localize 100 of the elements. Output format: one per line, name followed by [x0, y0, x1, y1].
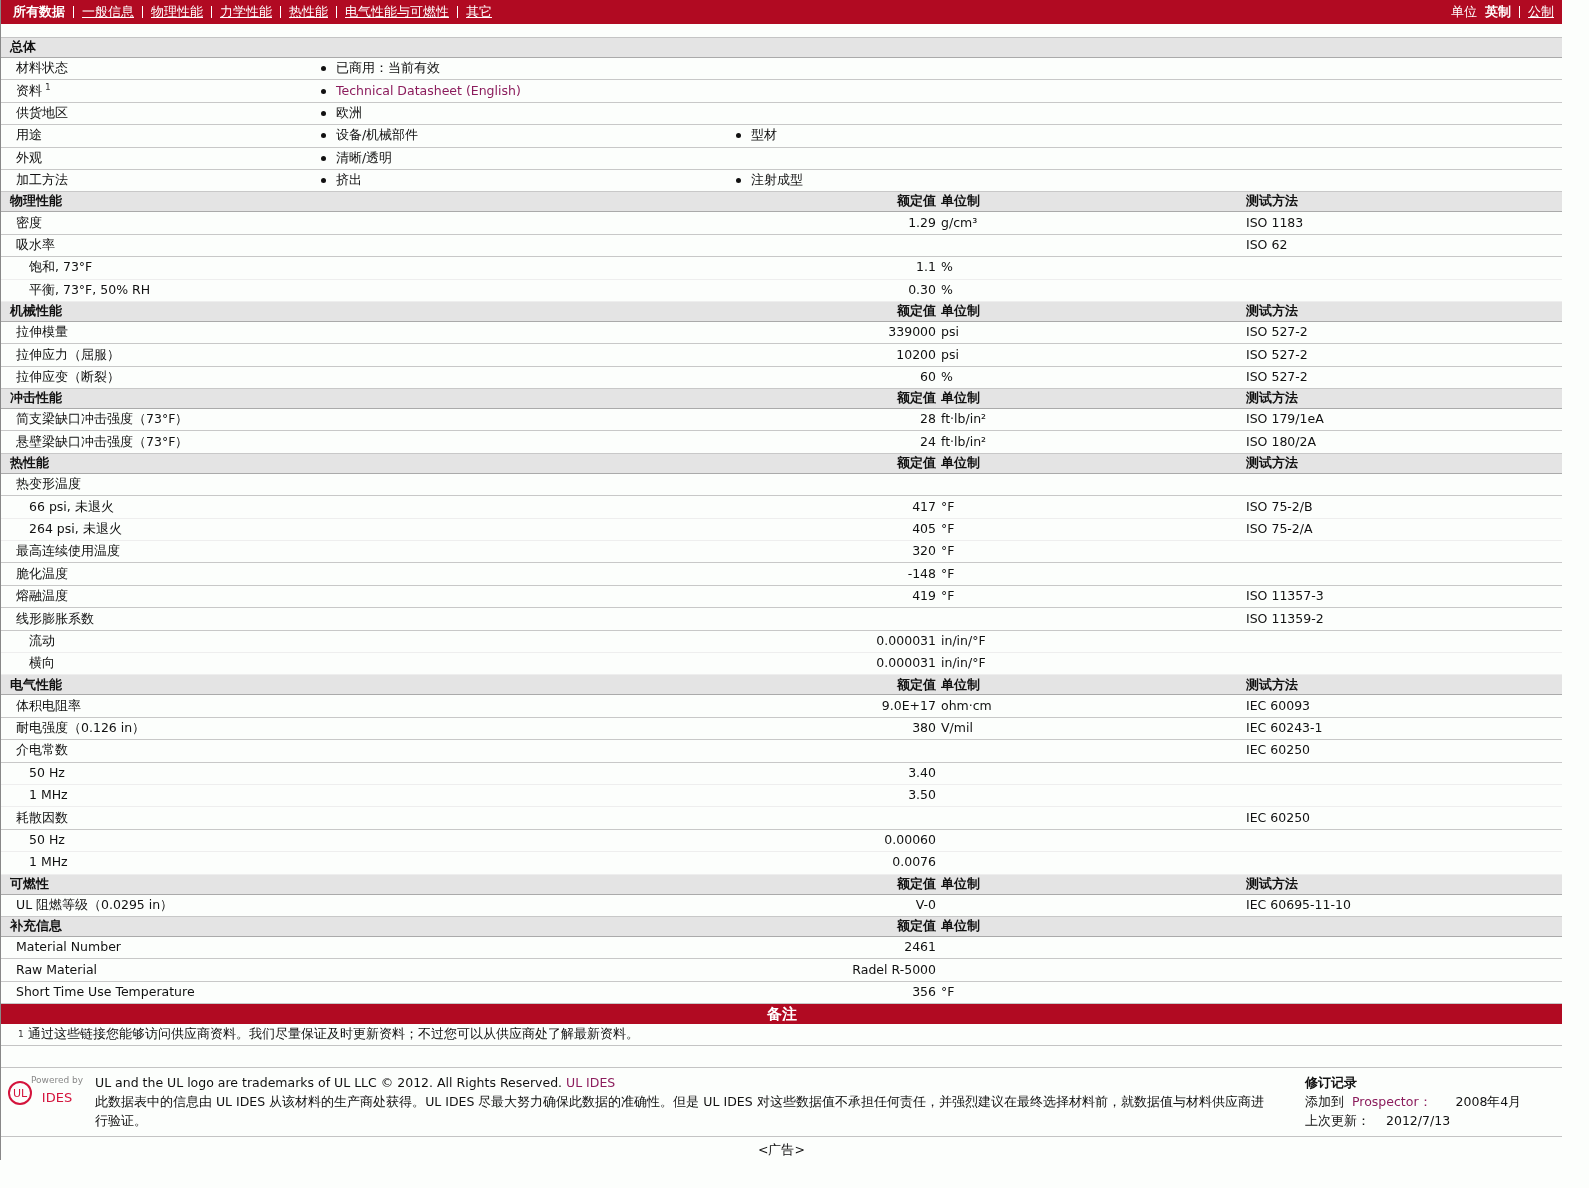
column-header: 单位制 [941, 390, 980, 406]
nav-tab[interactable]: 热性能 [289, 2, 328, 22]
property-value: 339000 [888, 324, 936, 340]
column-header: 额定值 [897, 676, 936, 692]
section-title: 物理性能 [10, 193, 62, 209]
revision-title: 修订记录 [1305, 1074, 1358, 1093]
section-title: 补充信息 [10, 918, 62, 933]
property-value: 9.0E+17 [881, 697, 936, 713]
test-method: ISO 11359-2 [1246, 610, 1324, 626]
property-name: 264 psi, 未退火 [29, 520, 122, 536]
footnote-mark: 1 [18, 1027, 24, 1041]
unit-text: psi [941, 324, 959, 340]
property-name: 横向 [29, 655, 55, 671]
property-value: 0.0076 [892, 854, 936, 870]
bullet-icon [736, 133, 741, 139]
property-name: 介电常数 [16, 742, 68, 758]
footnote-text: 通过这些链接您能够访问供应商资料。我们尽量保证及时更新资料；不过您可以从供应商处了解最新资料。 [27, 1025, 639, 1044]
bullet-icon [321, 178, 326, 184]
bullet-icon [321, 155, 326, 161]
property-value: 0.000031 [876, 655, 936, 671]
nav-tab[interactable]: 其它 [466, 2, 492, 22]
column-header: 测试方法 [1246, 455, 1298, 470]
unit-option[interactable]: 英制 [1485, 2, 1511, 22]
nav-tab[interactable]: 物理性能 [151, 2, 203, 22]
property-name: Short Time Use Temperature [16, 984, 195, 999]
column-header: 额定值 [897, 390, 936, 406]
unit-text: °F [941, 984, 955, 999]
datasheet-link[interactable]: Technical Datasheet (English) [336, 81, 521, 101]
column-header: 单位制 [941, 455, 980, 470]
section-title: 电气性能 [10, 676, 62, 692]
property-value: 405 [912, 520, 936, 536]
test-method: ISO 179/1eA [1246, 411, 1324, 427]
unit-text: °F [941, 543, 955, 559]
property-value: 注射成型 [751, 171, 803, 190]
ad-label: <广告> [758, 1142, 805, 1158]
property-name: 流动 [29, 632, 55, 648]
property-name: 吸水率 [16, 237, 55, 253]
updated-label: 上次更新： [1305, 1111, 1370, 1130]
property-label: 用途 [16, 127, 42, 143]
property-value: 0.000031 [876, 632, 936, 648]
ul-ides-link[interactable]: UL IDES [566, 1075, 616, 1091]
property-value: Radel R-5000 [852, 961, 936, 977]
section-title: 可燃性 [10, 875, 49, 891]
property-label: 材料状态 [16, 60, 68, 76]
property-value: 0.00060 [884, 832, 936, 848]
property-name: 密度 [16, 214, 42, 230]
added-date: 2008年4月 [1455, 1092, 1522, 1111]
property-label: 加工方法 [16, 172, 68, 188]
property-name: 1 MHz [29, 854, 68, 870]
property-label: 外观 [16, 149, 42, 165]
nav-tab[interactable]: 力学性能 [220, 2, 272, 22]
unit-option[interactable]: 公制 [1528, 2, 1554, 22]
property-value: 型材 [751, 126, 777, 145]
property-name: 耗散因数 [16, 809, 68, 825]
property-value: 1.29 [908, 214, 936, 230]
property-name: 线形膨胀系数 [16, 610, 94, 626]
column-header: 额定值 [897, 875, 936, 891]
property-value: 1.1 [916, 259, 936, 275]
property-value: 380 [912, 720, 936, 736]
property-label: 资料 [16, 83, 42, 99]
column-header: 额定值 [897, 455, 936, 470]
property-name: 拉伸应力（屈服） [16, 346, 120, 362]
column-header: 额定值 [897, 303, 936, 319]
test-method: ISO 527-2 [1246, 346, 1308, 362]
unit-text: V/mil [941, 720, 973, 736]
unit-text: °F [941, 520, 955, 536]
unit-text: °F [941, 565, 955, 581]
property-name: 简支梁缺口冲击强度（73°F） [16, 411, 189, 427]
bullet-icon [321, 133, 326, 139]
column-header: 单位制 [941, 303, 980, 319]
column-header: 额定值 [897, 193, 936, 209]
column-header: 测试方法 [1246, 875, 1298, 891]
property-name: UL 阻燃等级（0.0295 in） [16, 896, 174, 912]
column-header: 额定值 [897, 918, 936, 933]
test-method: ISO 11357-3 [1246, 588, 1324, 604]
property-value: 设备/机械部件 [336, 126, 419, 145]
column-header: 单位制 [941, 193, 980, 209]
property-name: 体积电阻率 [16, 697, 81, 713]
property-value: 挤出 [336, 171, 362, 190]
section-title: 机械性能 [10, 303, 62, 319]
nav-tab[interactable]: 一般信息 [82, 2, 134, 22]
property-name: 平衡, 73°F, 50% RH [29, 281, 151, 297]
ul-ides-logo: UL Powered by IDES [7, 1074, 87, 1111]
unit-text: in/in/°F [941, 632, 986, 648]
unit-text: ohm·cm [941, 697, 992, 713]
added-label: 添加到 [1305, 1092, 1344, 1111]
disclaimer-text: 此数据表中的信息由 UL IDES 从该材料的生产商处获得。UL IDES 尽最大努力确保此数据的准确性。但是 UL IDES 对这些数据值不承担任何责任，并强烈建议在最终选择材料前，就数据值与材料供应商进行验证。 [95, 1092, 1265, 1130]
column-header: 测试方法 [1246, 303, 1298, 319]
prospector-link[interactable]: Prospector： [1352, 1092, 1432, 1112]
property-value: 60 [920, 369, 936, 384]
property-value: 清晰/透明 [336, 148, 393, 167]
property-name: 悬壁梁缺口冲击强度（73°F） [16, 433, 189, 449]
property-name: 脆化温度 [16, 565, 68, 581]
property-value: 24 [920, 433, 936, 449]
section-title: 总体 [8, 38, 37, 57]
column-header: 单位制 [941, 918, 980, 933]
nav-tab[interactable]: 所有数据 [13, 2, 65, 22]
nav-tab[interactable]: 电气性能与可燃性 [345, 2, 449, 22]
property-name: 最高连续使用温度 [16, 543, 120, 559]
property-label: 供货地区 [16, 105, 68, 121]
